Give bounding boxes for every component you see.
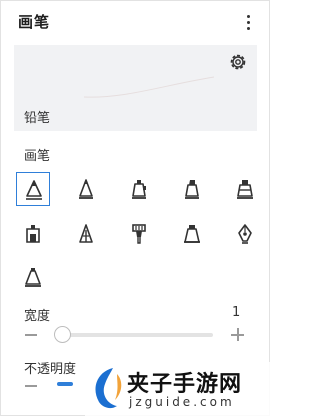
brush-item-crayon[interactable] [16,217,50,251]
brush-item-pen[interactable] [69,172,103,206]
fountain-pen-icon [238,224,252,244]
gear-icon[interactable] [228,52,248,72]
brush-item-marker[interactable] [122,172,156,206]
brush-preview: 铅笔 [14,45,257,131]
brush-item-broad-marker[interactable] [228,172,262,206]
width-slider-thumb[interactable] [54,326,71,343]
watermark-swirl-icon [95,368,122,409]
fineliner-brush-icon [79,224,93,243]
brush-item-highlighter[interactable] [175,172,209,206]
brush-item-pencil[interactable] [16,172,50,206]
stroke-preview [83,76,215,98]
brush-item-cone[interactable] [16,260,50,294]
width-value: 1 [232,305,241,320]
broad-marker-brush-icon [237,180,253,199]
wide-brush-icon [184,225,200,243]
decrease-width-icon[interactable] [25,334,37,336]
marker-brush-icon [132,180,146,199]
more-vertical-icon[interactable] [240,13,256,33]
crayon-brush-icon [26,225,40,243]
increase-width-icon-vertical [237,328,239,341]
highlighter-brush-icon [185,180,199,199]
width-label: 宽度 [24,309,51,324]
width-slider-track[interactable] [57,333,213,337]
watermark-logo: 夹子手游网 jzguide.com [85,362,270,416]
watermark-title: 夹子手游网 [127,372,243,397]
brush-item-fineliner[interactable] [69,217,103,251]
pencil-brush-icon [26,180,42,200]
decrease-opacity-icon[interactable] [25,385,37,387]
watermark-url: jzguide.com [129,395,235,409]
opacity-slider-fill[interactable] [57,382,73,386]
cone-brush-icon [25,268,41,287]
opacity-label: 不透明度 [24,362,77,377]
pen-brush-icon [79,179,93,199]
paintbrush-icon [132,224,146,244]
preview-label: 铅笔 [24,111,51,126]
brush-item-fountain-pen[interactable] [228,217,262,251]
brush-item-paintbrush[interactable] [122,217,156,251]
brush-item-wide-brush[interactable] [175,217,209,251]
brush-section-label: 画笔 [24,149,51,164]
panel-title: 画笔 [18,13,51,31]
